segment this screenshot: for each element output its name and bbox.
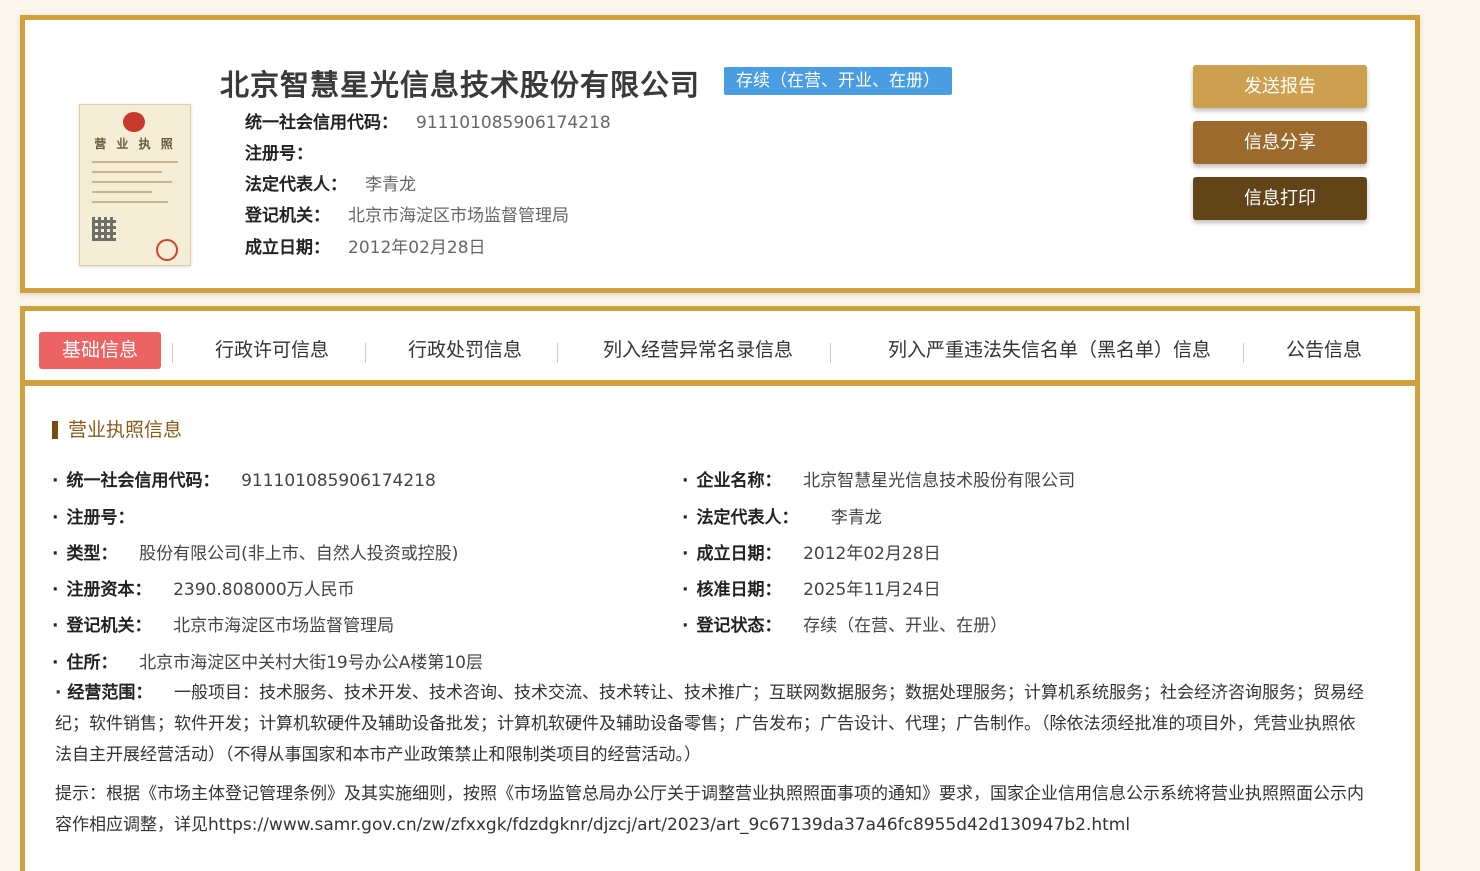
field-value: 李青龙 bbox=[830, 508, 882, 528]
field-label: 成立日期： bbox=[696, 544, 782, 564]
field-value: 北京市海淀区市场监督管理局 bbox=[173, 616, 395, 636]
tab-separator bbox=[365, 343, 366, 363]
field-label: 登记状态： bbox=[696, 616, 782, 636]
license-text-line bbox=[92, 181, 172, 183]
header-founded-label: 成立日期： bbox=[245, 238, 330, 258]
field-value: 911101085906174218 bbox=[241, 471, 436, 491]
field-label: 住所： bbox=[66, 653, 118, 673]
tab-abnormal-operation[interactable]: 列入经营异常名录信息 bbox=[585, 332, 811, 369]
info-tabs-bar: 基础信息 行政许可信息 行政处罚信息 列入经营异常名录信息 列入严重违法失信名单… bbox=[25, 311, 1415, 386]
tab-admin-license[interactable]: 行政许可信息 bbox=[197, 332, 347, 369]
send-report-button[interactable]: 发送报告 bbox=[1193, 65, 1367, 108]
official-seal-icon bbox=[156, 239, 178, 261]
tab-separator bbox=[172, 343, 173, 363]
tab-separator bbox=[830, 343, 831, 363]
field-value: 北京智慧星光信息技术股份有限公司 bbox=[803, 471, 1076, 491]
field-value: 一般项目：技术服务、技术开发、技术咨询、技术交流、技术转让、技术推广；互联网数据… bbox=[55, 683, 1365, 765]
field-founded: · 成立日期： 2012年02月28日 bbox=[682, 544, 941, 564]
license-text-line bbox=[92, 161, 178, 163]
header-authority-value: 北京市海淀区市场监督管理局 bbox=[348, 206, 569, 226]
license-thumb-title: 营 业 执 照 bbox=[94, 137, 176, 151]
field-label: 法定代表人： bbox=[696, 508, 799, 528]
tab-admin-penalty[interactable]: 行政处罚信息 bbox=[390, 332, 540, 369]
header-founded-row: 成立日期： 2012年02月28日 bbox=[245, 233, 486, 258]
field-approved: · 核准日期： 2025年11月24日 bbox=[682, 580, 941, 600]
field-label: 注册资本： bbox=[66, 580, 152, 600]
field-company-name: · 企业名称： 北京智慧星光信息技术股份有限公司 bbox=[682, 471, 1076, 491]
tab-blacklist[interactable]: 列入严重违法失信名单（黑名单）信息 bbox=[857, 332, 1242, 369]
license-text-line bbox=[92, 191, 152, 193]
tab-separator bbox=[557, 343, 558, 363]
field-value: 2390.808000万人民币 bbox=[173, 580, 355, 600]
field-label: 类型： bbox=[66, 544, 118, 564]
field-value: 2025年11月24日 bbox=[803, 580, 941, 600]
print-info-button[interactable]: 信息打印 bbox=[1193, 177, 1367, 220]
qr-code-icon bbox=[92, 217, 116, 241]
tab-announcements[interactable]: 公告信息 bbox=[1265, 332, 1383, 369]
license-text-line bbox=[92, 201, 168, 203]
company-name-title: 北京智慧星光信息技术股份有限公司 bbox=[220, 68, 701, 102]
header-legal-rep-label: 法定代表人： bbox=[245, 175, 347, 195]
field-address: · 住所： 北京市海淀区中关村大街19号办公A楼第10层 bbox=[52, 653, 483, 673]
field-reg-status: · 登记状态： 存续（在营、开业、在册） bbox=[682, 616, 1008, 636]
field-label: 核准日期： bbox=[696, 580, 782, 600]
company-header-card: 营 业 执 照 北京智慧星光信息技术股份有限公司 存续（在营、开业、在册） 统一… bbox=[20, 15, 1420, 293]
header-legal-rep-value: 李青龙 bbox=[365, 175, 416, 195]
field-label: 统一社会信用代码： bbox=[66, 471, 220, 491]
header-legal-rep-row: 法定代表人： 李青龙 bbox=[245, 170, 416, 195]
status-badge: 存续（在营、开业、在册） bbox=[724, 67, 952, 95]
field-label: 企业名称： bbox=[696, 471, 782, 491]
share-info-button[interactable]: 信息分享 bbox=[1193, 121, 1367, 164]
license-section-title: 营业执照信息 bbox=[52, 421, 182, 440]
field-reg-no: · 注册号： bbox=[52, 508, 135, 528]
field-label: 注册号： bbox=[66, 508, 135, 528]
header-credit-code-value: 911101085906174218 bbox=[416, 113, 611, 133]
notice-text: 提示：根据《市场主体登记管理条例》及其实施细则，按照《市场监管总局办公厅关于调整… bbox=[55, 784, 1364, 835]
field-label: 登记机关： bbox=[66, 616, 152, 636]
details-card: 基础信息 行政许可信息 行政处罚信息 列入经营异常名录信息 列入严重违法失信名单… bbox=[20, 306, 1420, 871]
header-founded-value: 2012年02月28日 bbox=[348, 238, 486, 258]
field-credit-code: · 统一社会信用代码： 911101085906174218 bbox=[52, 471, 436, 491]
header-credit-code-row: 统一社会信用代码： 911101085906174218 bbox=[245, 108, 611, 133]
field-label: 经营范围： bbox=[67, 683, 153, 703]
header-reg-no-label: 注册号： bbox=[245, 144, 313, 164]
field-type: · 类型： 股份有限公司(非上市、自然人投资或控股) bbox=[52, 544, 459, 564]
field-value: 北京市海淀区中关村大街19号办公A楼第10层 bbox=[139, 653, 483, 673]
header-reg-no-row: 注册号： bbox=[245, 139, 331, 164]
header-credit-code-label: 统一社会信用代码： bbox=[245, 113, 398, 133]
tab-basic-info[interactable]: 基础信息 bbox=[39, 332, 161, 369]
field-value: 存续（在营、开业、在册） bbox=[803, 616, 1008, 636]
field-authority: · 登记机关： 北京市海淀区市场监督管理局 bbox=[52, 616, 395, 636]
field-capital: · 注册资本： 2390.808000万人民币 bbox=[52, 580, 355, 600]
business-license-thumbnail[interactable]: 营 业 执 照 bbox=[79, 104, 191, 266]
field-legal-rep: · 法定代表人： 李青龙 bbox=[682, 508, 882, 528]
field-value: 2012年02月28日 bbox=[803, 544, 941, 564]
license-text-line bbox=[92, 171, 162, 173]
tab-separator bbox=[1243, 343, 1244, 363]
header-authority-row: 登记机关： 北京市海淀区市场监督管理局 bbox=[245, 201, 569, 226]
field-value: 股份有限公司(非上市、自然人投资或控股) bbox=[139, 544, 459, 564]
header-authority-label: 登记机关： bbox=[245, 206, 330, 226]
national-emblem-icon bbox=[123, 112, 145, 132]
field-business-scope: · 经营范围： 一般项目：技术服务、技术开发、技术咨询、技术交流、技术转让、技术… bbox=[55, 683, 1365, 765]
